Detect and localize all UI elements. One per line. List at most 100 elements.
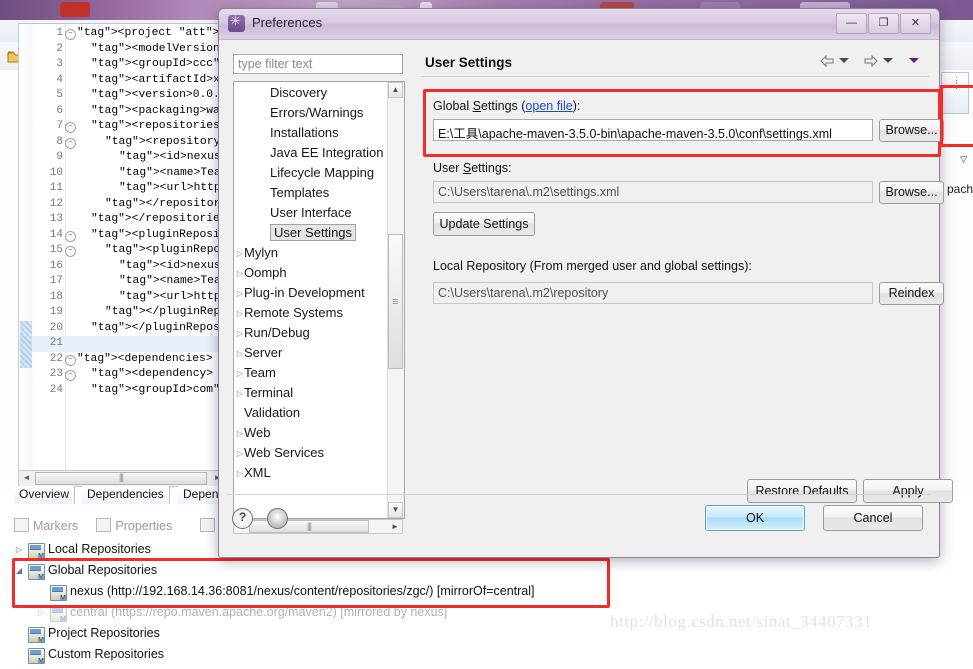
ok-button[interactable]: OK: [705, 505, 805, 531]
highlight-box-repositories: [12, 558, 610, 608]
filter-input[interactable]: type filter text: [233, 54, 403, 74]
fold-toggle-icon[interactable]: –: [65, 246, 76, 257]
tree-scrollbar-thumb[interactable]: [388, 234, 403, 369]
page-menu-icon[interactable]: [909, 58, 919, 63]
code-text: "tag"><id>nexus</: [119, 151, 225, 163]
pref-tree-item-user-settings[interactable]: User Settings: [234, 224, 388, 244]
user-settings-browse-button[interactable]: Browse...: [879, 181, 944, 204]
pref-tree-item-plug-in-development[interactable]: ▷ Plug-in Development: [234, 284, 388, 304]
fold-toggle-icon[interactable]: –: [65, 354, 76, 366]
close-button[interactable]: ✕: [900, 13, 931, 34]
reindex-button[interactable]: Reindex: [879, 282, 944, 305]
restore-defaults-button[interactable]: Restore Defaults: [747, 479, 857, 503]
editor-horizontal-scrollbar[interactable]: ◄ ►: [18, 470, 226, 487]
view-tab-markers[interactable]: Markers: [14, 518, 78, 533]
pref-tree-item-errors-warnings[interactable]: Errors/Warnings: [234, 104, 388, 124]
line-number: 11: [49, 182, 63, 194]
code-line: 23– "tag"><dependency>: [19, 367, 225, 383]
tree-expander-icon[interactable]: ▷: [14, 545, 24, 554]
pref-tree-item-templates[interactable]: Templates: [234, 184, 388, 204]
pref-tree-item-java-ee-integration[interactable]: Java EE Integration: [234, 144, 388, 164]
line-number: 5: [56, 89, 63, 101]
pref-tree-item-label: Validation: [244, 405, 301, 420]
watermark-text: http://blog.csdn.net/sinat_34407331: [610, 612, 873, 631]
fold-toggle-icon[interactable]: –: [65, 137, 76, 149]
forward-arrow-icon[interactable]: [863, 53, 879, 69]
servers-icon: [200, 518, 216, 532]
pref-tree-item-discovery[interactable]: Discovery: [234, 84, 388, 104]
repository-label: Local Repositories: [48, 542, 151, 556]
pref-tree-item-terminal[interactable]: ▷ Terminal: [234, 384, 388, 404]
global-settings-browse-button[interactable]: Browse...: [879, 119, 944, 142]
pref-tree-item-oomph[interactable]: ▷ Oomph: [234, 264, 388, 284]
code-line: 4 "tag"><artifactId>xxx"tag"></arti: [19, 73, 225, 89]
code-line: 6 "tag"><packaging>war"tag"></packa: [19, 104, 225, 120]
user-settings-label: User Settings:: [433, 161, 512, 175]
pref-tree-item-validation[interactable]: Validation: [234, 404, 388, 424]
fold-toggle-icon[interactable]: –: [65, 370, 76, 381]
form-tab-dependencies[interactable]: Dependencies: [82, 486, 170, 504]
chevron-down-icon[interactable]: ▽: [960, 154, 967, 165]
tree-vertical-scrollbar[interactable]: ▲ ▼: [387, 82, 404, 518]
pref-tree-item-lifecycle-mapping[interactable]: Lifecycle Mapping: [234, 164, 388, 184]
pref-tree-item-installations[interactable]: Installations: [234, 124, 388, 144]
scroll-down-icon[interactable]: ▼: [388, 502, 403, 518]
cancel-button[interactable]: Cancel: [823, 505, 923, 531]
pref-tree-item-user-interface[interactable]: User Interface: [234, 204, 388, 224]
pref-tree-item-label: Terminal: [244, 385, 294, 400]
scroll-up-icon[interactable]: ▲: [388, 82, 403, 98]
preferences-tree[interactable]: Discovery Errors/Warnings Installations Jav…: [233, 81, 405, 519]
global-settings-input[interactable]: E:\工具\apache-maven-3.5.0-bin\apache-mave…: [433, 119, 873, 141]
update-settings-button[interactable]: Update Settings: [433, 212, 535, 236]
line-number: 10: [49, 166, 63, 179]
scroll-right-icon[interactable]: ►: [388, 520, 402, 533]
pref-tree-item-team[interactable]: ▷ Team: [234, 364, 388, 384]
code-line: 9 "tag"><id>nexus</: [19, 150, 225, 166]
tree-expander-icon[interactable]: ▷: [36, 608, 46, 617]
code-text: "tag"><version>0.0.1-SNAPSH: [91, 89, 225, 101]
dialog-title-bar[interactable]: Preferences — ❐ ✕: [219, 9, 939, 40]
pref-tree-item-mylyn[interactable]: ▷ Mylyn: [234, 244, 388, 264]
pref-tree-item-web[interactable]: ▷ Web: [234, 424, 388, 444]
code-editor[interactable]: 1–"tag"><project "att">xmlns="http://2"t…: [18, 23, 226, 472]
pref-tree-item-run-debug[interactable]: ▷ Run/Debug: [234, 324, 388, 344]
scroll-left-icon[interactable]: ◄: [20, 472, 33, 484]
form-tab-overview[interactable]: Overview: [14, 486, 76, 504]
fold-toggle-icon[interactable]: –: [65, 29, 76, 40]
code-line: 1–"tag"><project "att">xmlns="http://: [19, 26, 225, 42]
repository-row[interactable]: Custom Repositories: [14, 645, 654, 666]
oomph-recorder-icon[interactable]: [267, 508, 288, 529]
code-line: 8– "tag"><repository>: [19, 135, 225, 151]
code-line: 5 "tag"><version>0.0.1-SNAPSH: [19, 88, 225, 104]
maximize-button[interactable]: ❐: [868, 13, 899, 34]
code-line: 24 "tag"><groupId>com"tag"></groupId: [19, 383, 225, 399]
pref-tree-item-remote-systems[interactable]: ▷ Remote Systems: [234, 304, 388, 324]
code-text: "tag"><repositories>: [91, 120, 226, 132]
fold-toggle-icon[interactable]: –: [65, 122, 76, 133]
view-tab-properties[interactable]: Properties: [96, 518, 172, 533]
open-file-link[interactable]: open file: [525, 99, 572, 113]
pref-tree-item-server[interactable]: ▷ Server: [234, 344, 388, 364]
line-number: 6: [56, 104, 63, 117]
apply-button[interactable]: Apply: [863, 479, 953, 503]
local-repository-input: C:\Users\tarena\.m2\repository: [433, 282, 873, 304]
repository-icon: [28, 543, 45, 560]
repository-row[interactable]: Project Repositories: [14, 624, 654, 645]
tree-horizontal-scrollbar[interactable]: ◄ ►: [233, 519, 403, 534]
minimize-button[interactable]: —: [836, 13, 867, 34]
dialog-body: type filter text Discovery Errors/Warning…: [219, 39, 953, 557]
back-arrow-icon[interactable]: [819, 53, 835, 69]
code-text: "tag"><project "att">xmlns="http://: [77, 27, 225, 39]
user-settings-input[interactable]: C:\Users\tarena\.m2\settings.xml: [433, 181, 873, 203]
fold-toggle-icon[interactable]: –: [65, 230, 76, 242]
pref-tree-item-label: Server: [244, 345, 283, 360]
back-dropdown-icon[interactable]: [839, 58, 849, 63]
pref-tree-item-web-services[interactable]: ▷ Web Services: [234, 444, 388, 464]
pref-tree-item-label: Oomph: [244, 265, 287, 280]
line-number: 12: [49, 197, 63, 210]
pref-tree-item-xml[interactable]: ▷ XML: [234, 464, 388, 484]
help-icon[interactable]: ?: [232, 508, 253, 529]
forward-dropdown-icon[interactable]: [883, 58, 893, 63]
scrollbar-thumb[interactable]: [35, 472, 207, 485]
code-line: 22– "tag"><dependencies>: [19, 352, 225, 368]
